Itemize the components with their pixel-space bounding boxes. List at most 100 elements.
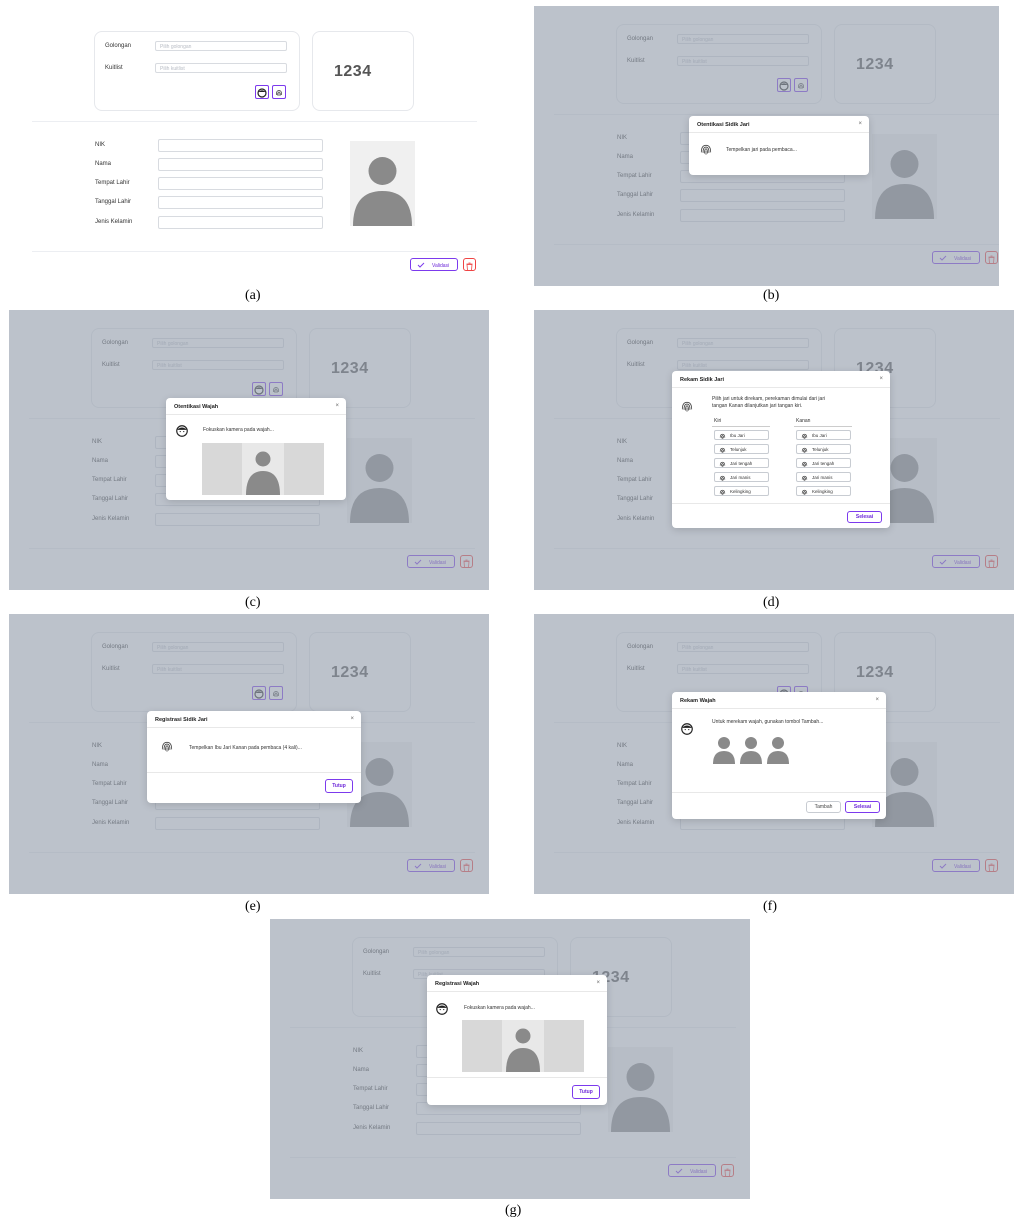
dialog-rekam-wajah: Rekam Wajah × Untuk merekam wajah, gunak… [672,692,886,819]
finger-label: Kelingking [730,489,751,494]
finger-label: Telunjuk [730,447,747,452]
fingerprint-auth-button[interactable] [272,85,286,99]
fingerprint-icon [801,475,808,481]
face-icon [681,723,693,735]
finger-button[interactable]: Jari manis [796,472,851,482]
validasi-label: Validasi [432,262,450,269]
fingerprint-icon [719,475,726,481]
dialog-message-line2: tangan Kanan dilanjutkan jari tangan kir… [712,403,803,409]
dialog-title: Rekam Sidik Jari [680,377,725,383]
dialog-title: Registrasi Sidik Jari [155,717,208,723]
fingerprint-icon [719,489,726,495]
close-icon[interactable]: × [879,376,883,382]
finger-label: Kelingking [812,489,833,494]
dialog-otentikasi-wajah: Otentikasi Wajah × Fokuskan kamera pada … [166,398,346,500]
panel-b: Golongan Pilih golongan Kuitlist Pilih k… [534,6,999,286]
finger-label: Ibu Jari [730,433,745,438]
face-auth-button[interactable] [255,85,269,99]
photo-placeholder [350,141,415,226]
dialog-message: Tempelkan Ibu Jari Kanan pada pembaca (4… [189,745,302,751]
caption-b: (b) [763,288,780,303]
close-icon[interactable]: × [350,716,354,722]
caption-c: (c) [245,595,261,610]
fingerprint-icon [719,433,726,439]
finger-label: Jari tengah [730,461,753,466]
finger-label: Jari tengah [812,461,835,466]
panel-g: Golongan Pilih golongan Kuitlist Pilih k… [270,919,750,1199]
jenis-kelamin-label: Jenis Kelamin [95,219,133,225]
selesai-button[interactable]: Selesai [845,801,880,813]
dialog-title: Otentikasi Sidik Jari [697,122,750,128]
caption-e: (e) [245,899,261,914]
validasi-button[interactable]: Validasi [410,258,458,271]
fingerprint-icon [719,447,726,453]
nik-field[interactable] [158,139,323,152]
finger-label: Telunjuk [812,447,829,452]
tanggal-lahir-field[interactable] [158,196,323,209]
finger-button[interactable]: Jari tengah [714,458,769,468]
finger-button[interactable]: Ibu Jari [796,430,851,440]
close-icon[interactable]: × [596,980,600,986]
dialog-rekam-sidik-jari: Rekam Sidik Jari × Pilih jari untuk dire… [672,371,890,528]
caption-g: (g) [505,1203,522,1218]
dialog-otentikasi-sidik-jari: Otentikasi Sidik Jari × Tempelkan jari p… [689,116,869,175]
kuitlist-label: Kuitlist [105,65,123,71]
caption-d: (d) [763,595,780,610]
fingerprint-icon [700,144,712,155]
kanan-header: Kanan [796,418,811,424]
dialog-message: Untuk merekam wajah, gunakan tombol Tamb… [712,719,824,725]
dialog-message: Fokuskan kamera pada wajah... [464,1005,535,1011]
tutup-button[interactable]: Tutup [325,779,353,793]
queue-code: 1234 [334,63,372,80]
face-icon [176,425,188,437]
dialog-registrasi-sidik-jari: Registrasi Sidik Jari × Tempelkan Ibu Ja… [147,711,361,803]
finger-button[interactable]: Jari tengah [796,458,851,468]
fingerprint-icon [276,90,282,96]
finger-button[interactable]: Telunjuk [714,444,769,454]
kiri-header: Kiri [714,418,722,424]
finger-button[interactable]: Jari manis [714,472,769,482]
camera-preview [202,443,324,495]
tutup-button[interactable]: Tutup [572,1085,600,1099]
finger-button[interactable]: Kelingking [714,486,769,496]
close-icon[interactable]: × [335,403,339,409]
panel-e: Golongan Pilih golongan Kuitlist Pilih k… [9,614,489,894]
fingerprint-icon [681,401,693,412]
avatar-silhouette [353,157,412,226]
face-icon [257,88,267,98]
close-icon[interactable]: × [875,697,879,703]
tambah-button[interactable]: Tambah [806,801,841,813]
fingerprint-icon [801,433,808,439]
fingerprint-icon [801,447,808,453]
tanggal-lahir-label: Tanggal Lahir [95,199,132,205]
registration-form: Golongan Pilih golongan Kuitlist Pilih k… [12,13,477,283]
divider [32,121,477,122]
camera-preview [462,1020,584,1072]
dialog-title: Otentikasi Wajah [174,404,219,410]
dialog-registrasi-wajah: Registrasi Wajah × Fokuskan kamera pada … [427,975,607,1105]
golongan-select[interactable]: Pilih golongan [155,41,287,51]
finger-label: Ibu Jari [812,433,827,438]
face-icon [436,1003,448,1015]
finger-button[interactable]: Kelingking [796,486,851,496]
close-icon[interactable]: × [858,121,862,127]
fingerprint-icon [161,741,173,752]
kuitlist-select[interactable]: Pilih kuitlist [155,63,287,73]
fingerprint-icon [801,489,808,495]
finger-button[interactable]: Telunjuk [796,444,851,454]
trash-icon [466,262,473,271]
dialog-message: Tempelkan jari pada pembaca... [726,147,797,153]
dialog-title: Registrasi Wajah [435,981,480,987]
selesai-button[interactable]: Selesai [847,511,882,523]
delete-button[interactable] [463,258,476,271]
fingerprint-icon [719,461,726,467]
nama-field[interactable] [158,158,323,171]
golongan-label: Golongan [105,43,132,49]
jenis-kelamin-field[interactable] [158,216,323,229]
caption-f: (f) [763,899,777,914]
panel-a: Golongan Pilih golongan Kuitlist Pilih k… [12,13,477,283]
code-card: 1234 [312,31,414,111]
finger-button[interactable]: Ibu Jari [714,430,769,440]
panel-c: Golongan Pilih golongan Kuitlist Pilih k… [9,310,489,590]
tempat-lahir-field[interactable] [158,177,323,190]
